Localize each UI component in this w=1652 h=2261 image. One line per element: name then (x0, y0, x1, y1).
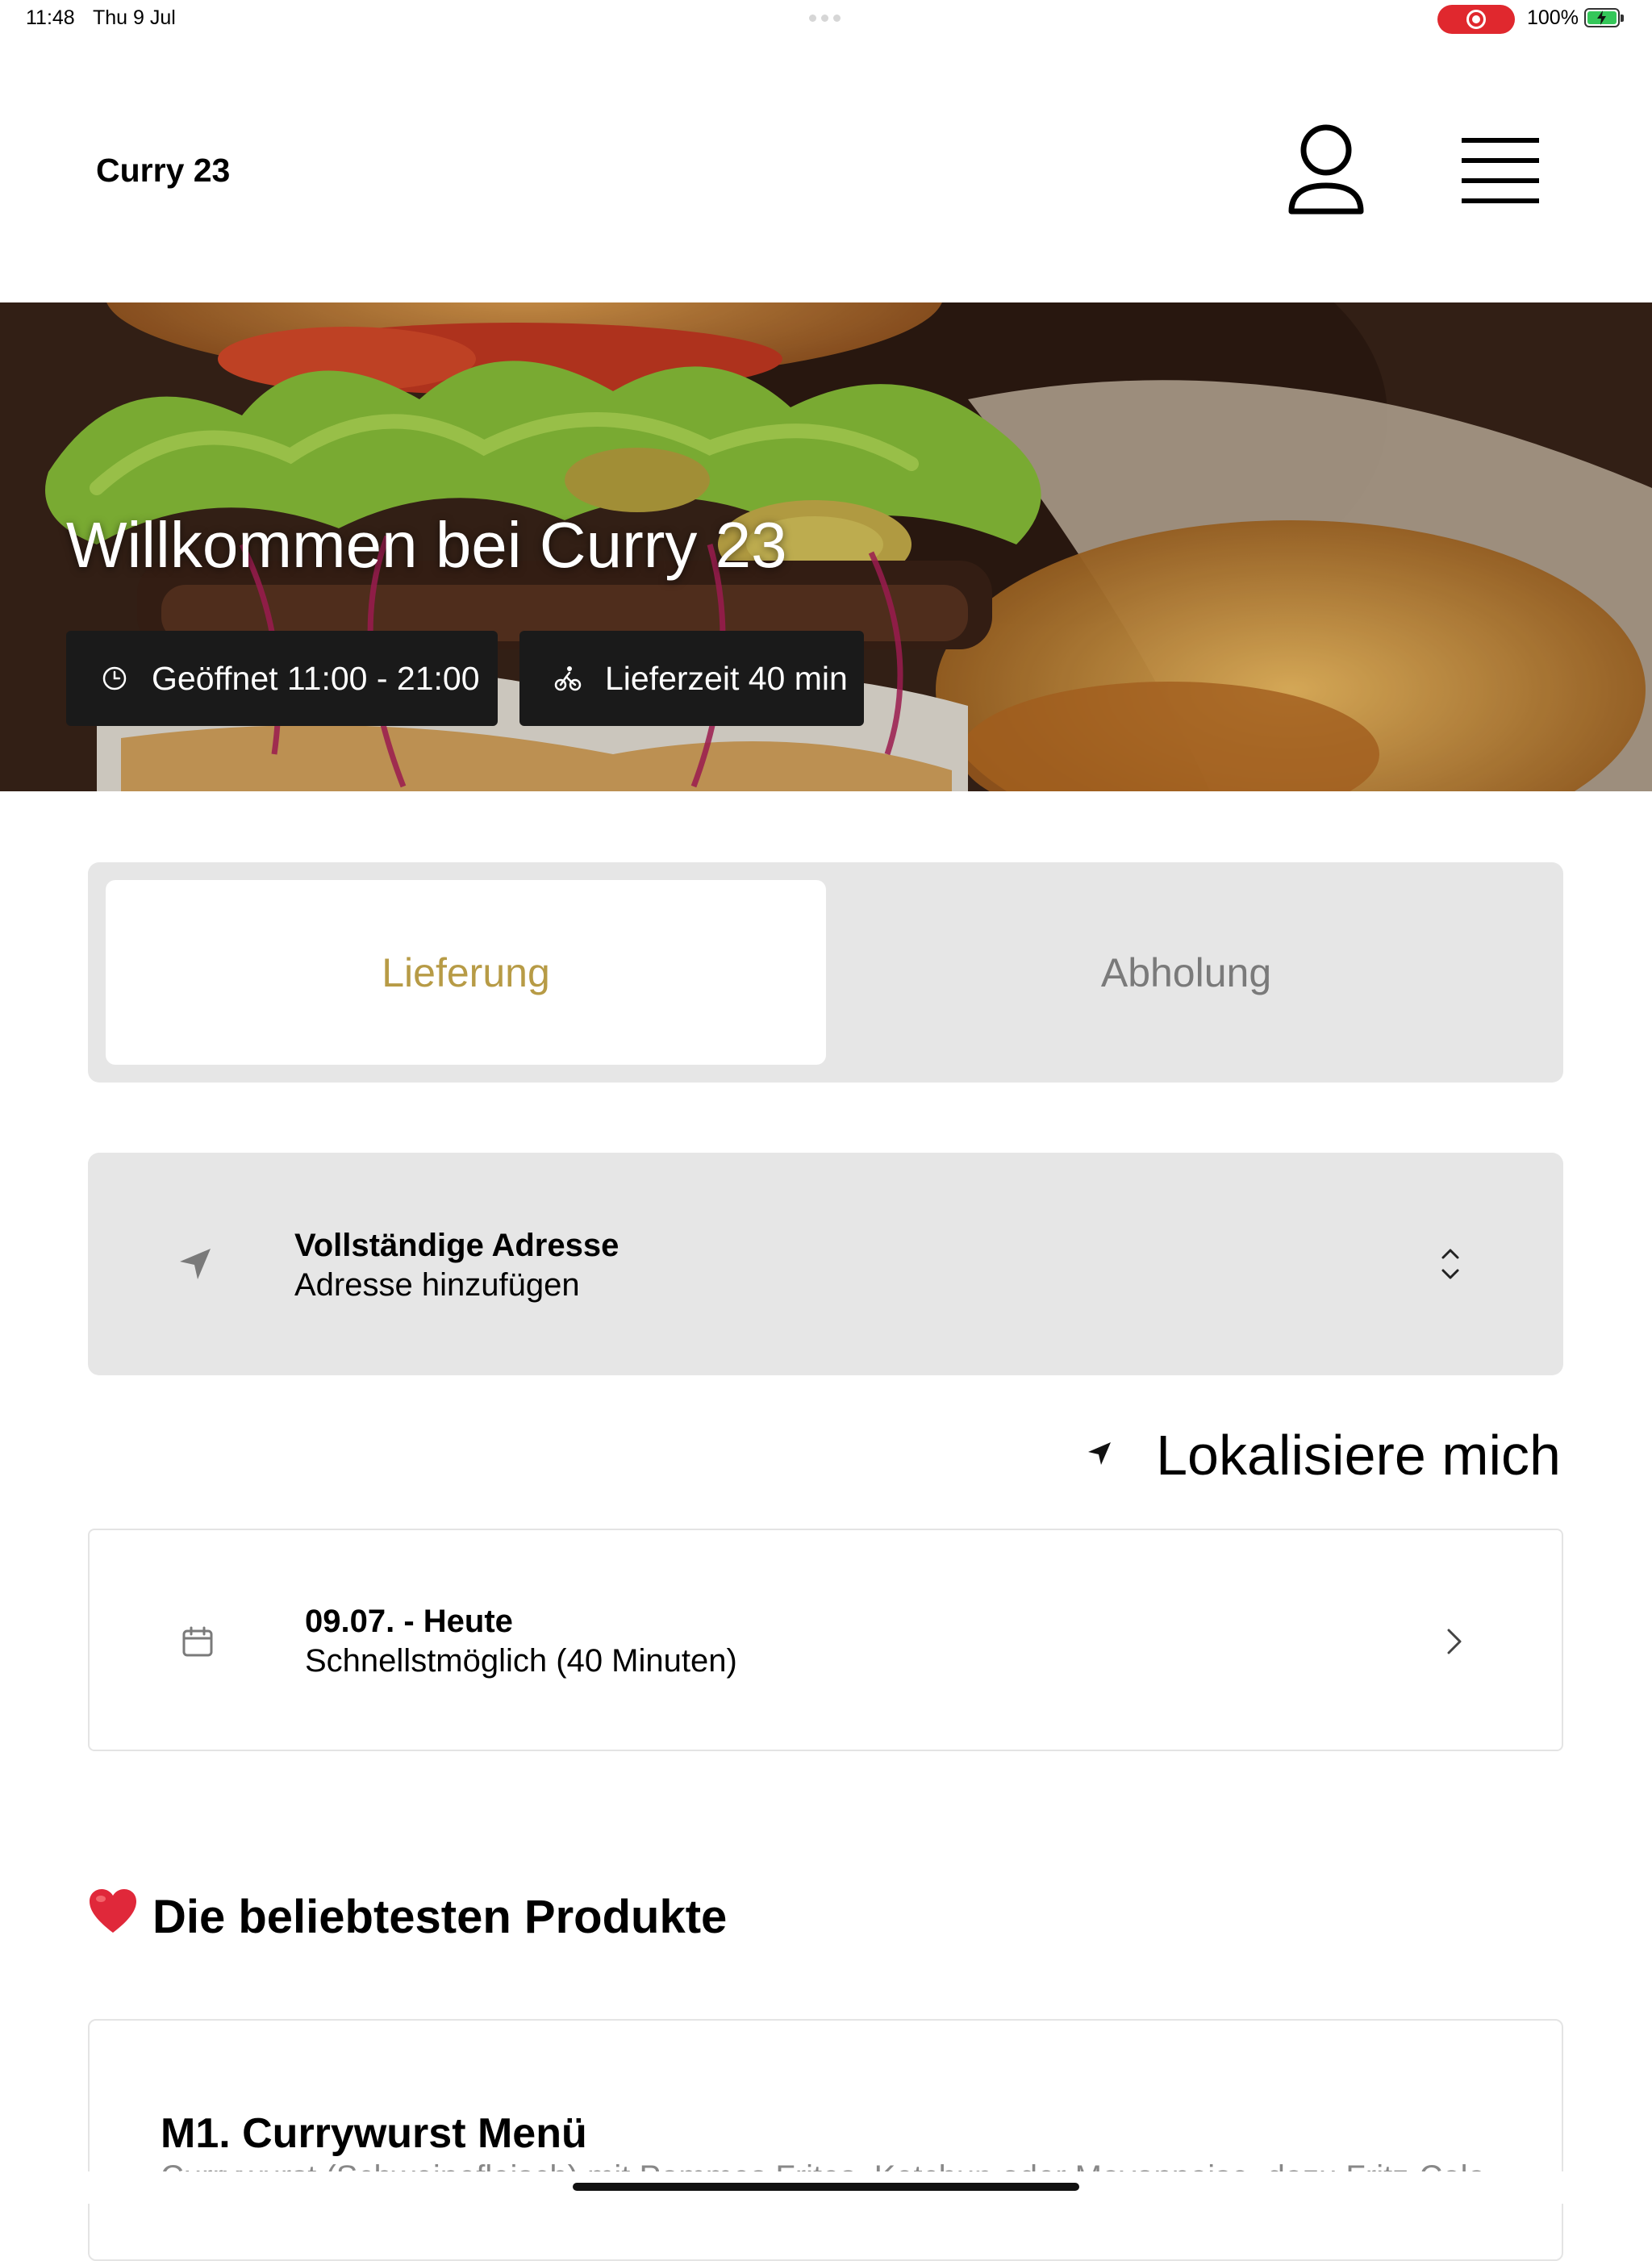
chevron-right-icon (1445, 1625, 1464, 1662)
locate-me-label: Lokalisiere mich (1156, 1424, 1561, 1487)
battery-charging-icon (1584, 8, 1624, 27)
navigation-arrow-icon (178, 1247, 212, 1285)
hero-banner: Willkommen bei Curry 23 Geöffnet 11:00 -… (0, 302, 1652, 791)
schedule-time: Schnellstmöglich (40 Minuten) (305, 1643, 737, 1679)
heart-icon (88, 1888, 138, 1946)
location-arrow-icon (1087, 1441, 1112, 1470)
address-label: Vollständige Adresse (294, 1228, 620, 1263)
order-type-toggle: Lieferung Abholung (88, 862, 1563, 1083)
clock-icon (98, 662, 131, 695)
opening-hours-badge: Geöffnet 11:00 - 21:00 (66, 631, 498, 726)
bike-icon (552, 662, 584, 695)
person-icon (1288, 124, 1364, 215)
delivery-time-text: Lieferzeit 40 min (605, 659, 848, 697)
screen-recording-icon[interactable] (1437, 5, 1515, 34)
home-indicator[interactable] (573, 2183, 1079, 2191)
address-selector[interactable]: Vollständige Adresse Adresse hinzufügen (88, 1153, 1563, 1375)
locate-me-button[interactable]: Lokalisiere mich (1087, 1423, 1561, 1487)
product-card[interactable]: M1. Currywurst Menü Currywurst (Schweine… (88, 2019, 1563, 2261)
hamburger-menu-icon (1462, 138, 1539, 203)
status-date: Thu 9 Jul (93, 6, 176, 29)
schedule-date: 09.07. - Heute (305, 1604, 513, 1639)
opening-hours-text: Geöffnet 11:00 - 21:00 (152, 659, 480, 697)
delivery-time-selector[interactable]: 09.07. - Heute Schnellstmöglich (40 Minu… (88, 1529, 1563, 1751)
product-name: M1. Currywurst Menü (161, 2110, 587, 2157)
popular-products-title: Die beliebtesten Produkte (152, 1890, 728, 1943)
hero-title: Willkommen bei Curry 23 (66, 509, 787, 581)
profile-button[interactable] (1285, 121, 1367, 218)
popular-products-heading: Die beliebtesten Produkte (88, 1888, 727, 1946)
battery-percentage: 100% (1527, 6, 1579, 29)
tab-lieferung[interactable]: Lieferung (106, 880, 826, 1065)
chevron-up-down-icon (1438, 1246, 1462, 1286)
brand-name[interactable]: Curry 23 (96, 152, 230, 190)
tab-abholung[interactable]: Abholung (826, 880, 1546, 1065)
calendar-icon (181, 1625, 214, 1662)
status-time: 11:48 (26, 6, 75, 29)
status-bar: 11:48 Thu 9 Jul 100% (0, 0, 1652, 39)
menu-button[interactable] (1458, 134, 1541, 206)
multitasking-dots-icon[interactable] (809, 15, 841, 22)
delivery-time-badge: Lieferzeit 40 min (519, 631, 864, 726)
address-value: Adresse hinzufügen (294, 1267, 580, 1303)
